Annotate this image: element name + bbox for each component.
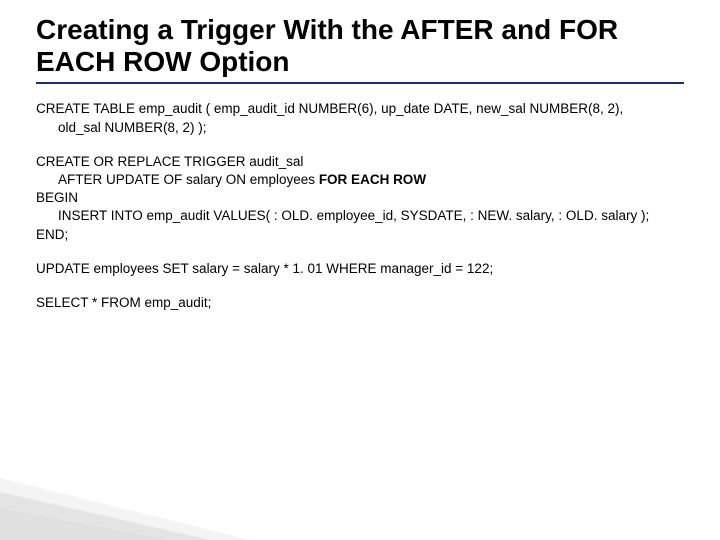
code-line: INSERT INTO emp_audit VALUES( : OLD. emp… (36, 207, 684, 225)
page-title: Creating a Trigger With the AFTER and FO… (36, 14, 684, 84)
code-line: BEGIN (36, 189, 684, 207)
code-line: old_sal NUMBER(8, 2) ); (36, 119, 684, 137)
code-line: CREATE TABLE emp_audit ( emp_audit_id NU… (36, 100, 684, 118)
slide: Creating a Trigger With the AFTER and FO… (0, 0, 720, 312)
code-block-create-table: CREATE TABLE emp_audit ( emp_audit_id NU… (36, 100, 684, 136)
code-text: INSERT INTO emp_audit VALUES( : OLD. emp… (36, 207, 649, 225)
code-line: AFTER UPDATE OF salary ON employees FOR … (36, 171, 684, 189)
code-block-update: UPDATE employees SET salary = salary * 1… (36, 260, 684, 278)
code-text: old_sal NUMBER(8, 2) ); (36, 119, 207, 137)
code-line: SELECT * FROM emp_audit; (36, 294, 684, 312)
code-block-create-trigger: CREATE OR REPLACE TRIGGER audit_sal AFTE… (36, 153, 684, 244)
code-block-select: SELECT * FROM emp_audit; (36, 294, 684, 312)
code-line: CREATE OR REPLACE TRIGGER audit_sal (36, 153, 684, 171)
code-line: UPDATE employees SET salary = salary * 1… (36, 260, 684, 278)
code-keyword-for-each-row: FOR EACH ROW (319, 172, 426, 187)
code-segment: AFTER UPDATE OF salary ON employees FOR … (36, 171, 426, 189)
corner-wedge-decoration (0, 470, 260, 540)
code-line: END; (36, 226, 684, 244)
code-text: AFTER UPDATE OF salary ON employees (58, 172, 319, 187)
